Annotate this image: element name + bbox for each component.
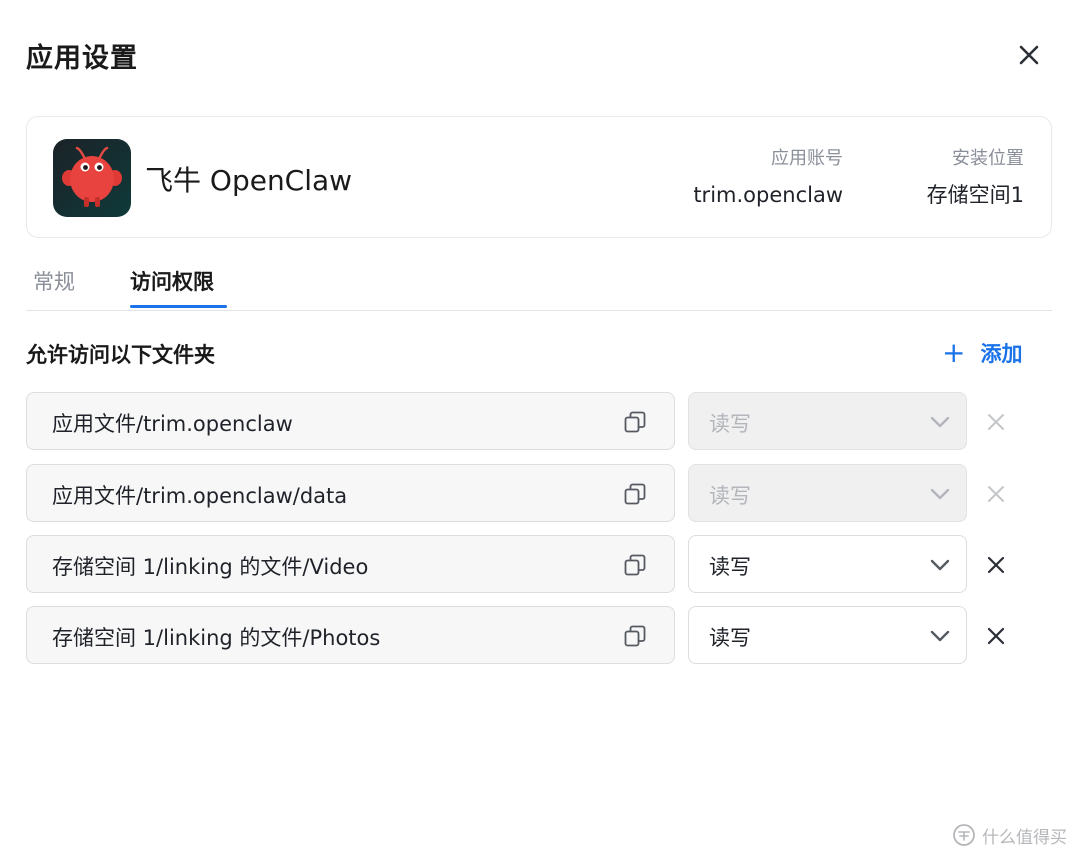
app-account: 应用账号 trim.openclaw <box>693 147 843 208</box>
app-settings-dialog: 应用设置 飞牛 OpenClaw 应用账号 trim.openclaw 安装位置… <box>0 0 1080 857</box>
chevron-down-icon <box>930 559 950 571</box>
permission-select[interactable]: 读写 <box>688 606 967 664</box>
tab-general[interactable]: 常规 <box>33 266 75 311</box>
copy-icon[interactable] <box>623 410 647 434</box>
copy-icon[interactable] <box>623 553 647 577</box>
folder-path-field[interactable]: 存储空间 1/linking 的文件/Video <box>26 535 675 593</box>
close-icon <box>1019 45 1039 65</box>
folder-path: 存储空间 1/linking 的文件/Video <box>52 555 369 579</box>
chevron-down-icon <box>930 488 950 500</box>
permission-select: 读写 <box>688 392 967 450</box>
permission-value: 读写 <box>709 555 751 579</box>
app-name: 飞牛 OpenClaw <box>145 164 353 197</box>
copy-icon[interactable] <box>623 482 647 506</box>
permission-select[interactable]: 读写 <box>688 535 967 593</box>
install-location: 安装位置 存储空间1 <box>927 147 1024 208</box>
remove-folder-icon[interactable] <box>985 554 1007 576</box>
chevron-down-icon <box>930 630 950 642</box>
watermark: 什么值得买 <box>952 822 1067 848</box>
folder-path-field[interactable]: 存储空间 1/linking 的文件/Photos <box>26 606 675 664</box>
folder-path-field[interactable]: 应用文件/trim.openclaw/data <box>26 464 675 522</box>
permission-value: 读写 <box>709 484 751 508</box>
zhi-badge-icon <box>953 824 975 846</box>
add-folder-button[interactable]: + 添加 <box>942 338 1022 368</box>
folder-path: 应用文件/trim.openclaw <box>52 412 293 436</box>
folder-row: 应用文件/trim.openclaw/data 读写 <box>26 464 1056 522</box>
settings-tabs: 常规 访问权限 <box>26 262 1052 311</box>
allowed-folders-title: 允许访问以下文件夹 <box>26 343 215 367</box>
folder-path: 存储空间 1/linking 的文件/Photos <box>52 626 381 650</box>
app-account-value: trim.openclaw <box>693 183 843 207</box>
add-folder-label: 添加 <box>980 342 1023 366</box>
folder-path-field[interactable]: 应用文件/trim.openclaw <box>26 392 675 450</box>
active-tab-indicator <box>130 305 227 308</box>
app-info-card: 飞牛 OpenClaw 应用账号 trim.openclaw 安装位置 存储空间… <box>26 116 1052 238</box>
chevron-down-icon <box>930 416 950 428</box>
remove-folder-icon <box>988 486 1004 502</box>
copy-icon[interactable] <box>623 624 647 648</box>
close-button[interactable] <box>1014 40 1044 70</box>
install-location-label: 安装位置 <box>952 148 1024 169</box>
remove-folder-icon[interactable] <box>985 625 1007 647</box>
watermark-text: 什么值得买 <box>982 827 1067 848</box>
permission-select: 读写 <box>688 464 967 522</box>
folder-row: 存储空间 1/linking 的文件/Photos 读写 <box>26 606 1056 664</box>
dialog-title: 应用设置 <box>26 43 138 74</box>
folder-path: 应用文件/trim.openclaw/data <box>52 484 348 508</box>
red-claw-mascot-icon <box>53 139 131 217</box>
folder-row: 应用文件/trim.openclaw 读写 <box>26 392 1056 450</box>
app-account-label: 应用账号 <box>771 148 843 169</box>
permission-value: 读写 <box>709 412 751 436</box>
plus-icon: + <box>942 336 966 369</box>
remove-folder-icon <box>988 414 1004 430</box>
permission-value: 读写 <box>709 626 751 650</box>
install-location-value: 存储空间1 <box>926 183 1024 207</box>
folder-row: 存储空间 1/linking 的文件/Video 读写 <box>26 535 1056 593</box>
